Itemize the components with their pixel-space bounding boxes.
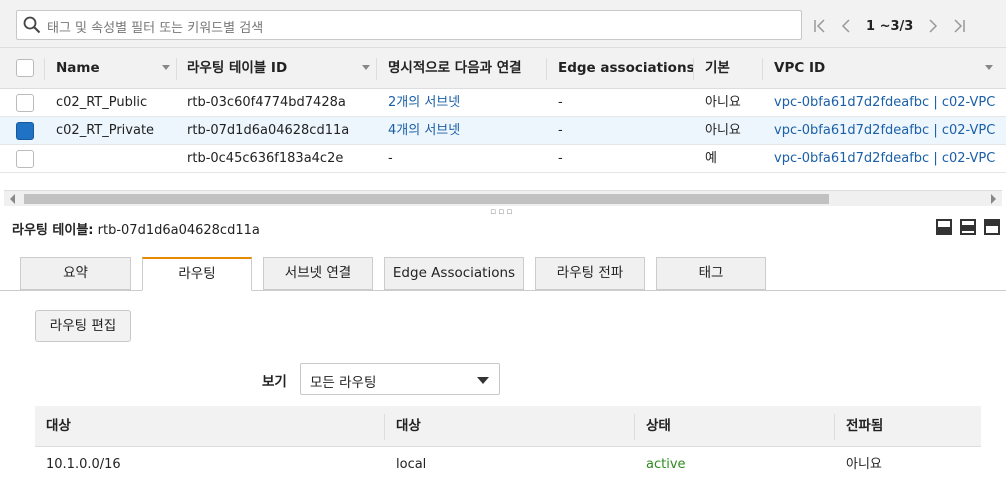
route-row: 10.1.0.0/16 local active 아니요 bbox=[35, 449, 981, 480]
row-subnet-link: - bbox=[388, 151, 393, 166]
scroll-left-icon[interactable] bbox=[10, 194, 15, 204]
row-edge: - bbox=[558, 95, 563, 110]
detail-label: 라우팅 테이블: bbox=[12, 223, 94, 238]
routes-col-destination: 대상 bbox=[46, 418, 71, 434]
row-checkbox[interactable] bbox=[16, 150, 34, 168]
row-checkbox[interactable] bbox=[16, 122, 34, 140]
route-target: local bbox=[396, 457, 427, 472]
col-header-route-table-id[interactable]: 라우팅 테이블 ID bbox=[187, 48, 370, 89]
col-header-edge-assoc[interactable]: Edge associations bbox=[558, 48, 695, 89]
sort-icon bbox=[362, 65, 370, 70]
row-route-table-id: rtb-07d1d6a04628cd11a bbox=[187, 123, 350, 138]
col-header-explicit-assoc[interactable]: 명시적으로 다음과 연결 bbox=[388, 48, 522, 89]
detail-title: 라우팅 테이블: rtb-07d1d6a04628cd11a bbox=[12, 219, 260, 238]
tab-edge-associations[interactable]: Edge Associations bbox=[384, 257, 524, 290]
routes-col-propagated: 전파됨 bbox=[846, 418, 884, 434]
row-vpc-link[interactable]: vpc-0bfa61d7d2fdeafbc | c02-VPC bbox=[774, 89, 995, 117]
detail-tabs: 요약 라우팅 서브넷 연결 Edge Associations 라우팅 전파 태… bbox=[0, 257, 1006, 291]
row-edge: - bbox=[558, 151, 563, 166]
table-row[interactable]: c02_RT_Public rtb-03c60f4774bd7428a 2개의 … bbox=[0, 89, 1006, 117]
last-page-icon[interactable] bbox=[951, 18, 967, 34]
tab-summary[interactable]: 요약 bbox=[20, 257, 131, 290]
row-checkbox[interactable] bbox=[16, 94, 34, 112]
sort-icon bbox=[162, 65, 170, 70]
next-page-icon[interactable] bbox=[925, 18, 941, 34]
search-icon bbox=[23, 16, 41, 34]
table-header: Name 라우팅 테이블 ID 명시적으로 다음과 연결 Edge associ… bbox=[0, 48, 1006, 89]
col-header-name[interactable]: Name bbox=[56, 48, 170, 89]
row-main: 예 bbox=[705, 151, 717, 166]
col-header-main[interactable]: 기본 bbox=[705, 48, 730, 89]
row-route-table-id: rtb-03c60f4774bd7428a bbox=[187, 95, 346, 110]
table-row[interactable]: rtb-0c45c636f183a4c2e - - 예 vpc-0bfa61d7… bbox=[0, 145, 1006, 173]
tab-subnet-associations[interactable]: 서브넷 연결 bbox=[263, 257, 373, 290]
tab-route-propagation[interactable]: 라우팅 전파 bbox=[535, 257, 645, 290]
prev-page-icon[interactable] bbox=[838, 18, 854, 34]
row-route-table-id: rtb-0c45c636f183a4c2e bbox=[187, 151, 344, 166]
layout-toggle bbox=[928, 219, 1000, 235]
search-placeholder: 태그 및 속성별 필터 또는 키워드별 검색 bbox=[47, 21, 264, 36]
view-select[interactable]: 모든 라우팅 bbox=[300, 363, 500, 395]
row-name: c02_RT_Public bbox=[56, 95, 148, 110]
routes-col-status: 상태 bbox=[646, 418, 671, 434]
edit-routes-button[interactable]: 라우팅 편집 bbox=[35, 310, 131, 342]
routes-table-header: 대상 대상 상태 전파됨 bbox=[35, 406, 981, 447]
toolbar: 태그 및 속성별 필터 또는 키워드별 검색 1 ~3/3 bbox=[0, 0, 1006, 48]
tab-tags[interactable]: 태그 bbox=[656, 257, 766, 290]
row-subnet-link[interactable]: 4개의 서브넷 bbox=[388, 117, 460, 145]
search-input[interactable]: 태그 및 속성별 필터 또는 키워드별 검색 bbox=[16, 10, 802, 40]
pagination: 1 ~3/3 bbox=[812, 16, 977, 36]
sort-icon bbox=[985, 65, 993, 70]
route-propagated: 아니요 bbox=[846, 457, 882, 472]
select-all-checkbox[interactable] bbox=[16, 59, 34, 77]
row-edge: - bbox=[558, 123, 563, 138]
layout-bottom-icon[interactable] bbox=[936, 219, 952, 235]
layout-split-icon[interactable] bbox=[960, 219, 976, 235]
layout-top-icon[interactable] bbox=[984, 219, 1000, 235]
col-header-vpc-id[interactable]: VPC ID bbox=[774, 48, 993, 89]
horizontal-scrollbar[interactable] bbox=[4, 190, 1002, 206]
row-main: 아니요 bbox=[705, 123, 741, 138]
chevron-down-icon bbox=[477, 377, 489, 384]
row-vpc-link[interactable]: vpc-0bfa61d7d2fdeafbc | c02-VPC bbox=[774, 145, 995, 173]
detail-route-table-id: rtb-07d1d6a04628cd11a bbox=[97, 223, 260, 238]
first-page-icon[interactable] bbox=[812, 18, 828, 34]
row-vpc-link[interactable]: vpc-0bfa61d7d2fdeafbc | c02-VPC bbox=[774, 117, 995, 145]
view-label: 보기 bbox=[262, 374, 287, 390]
view-select-value: 모든 라우팅 bbox=[310, 375, 377, 391]
resize-handle-icon[interactable]: ▫▫▫ bbox=[490, 207, 514, 217]
scrollbar-thumb[interactable] bbox=[24, 194, 829, 204]
page-count: 1 ~3/3 bbox=[866, 18, 914, 34]
route-destination: 10.1.0.0/16 bbox=[46, 457, 121, 472]
row-main: 아니요 bbox=[705, 95, 741, 110]
tab-routes[interactable]: 라우팅 bbox=[142, 257, 252, 291]
row-name: c02_RT_Private bbox=[56, 123, 155, 138]
table-row[interactable]: c02_RT_Private rtb-07d1d6a04628cd11a 4개의… bbox=[0, 117, 1006, 145]
row-subnet-link[interactable]: 2개의 서브넷 bbox=[388, 89, 460, 117]
routes-col-target: 대상 bbox=[396, 418, 421, 434]
scroll-right-icon[interactable] bbox=[991, 194, 996, 204]
route-status: active bbox=[646, 457, 686, 472]
